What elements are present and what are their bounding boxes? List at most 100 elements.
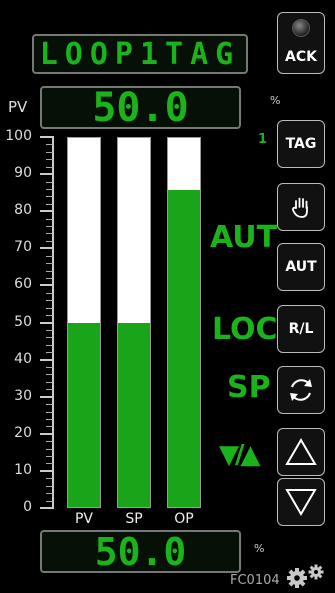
scale-minor-tick	[46, 188, 53, 190]
scale-minor-tick	[46, 315, 53, 317]
scale-tick-label: 90	[14, 165, 32, 182]
scale-minor-tick	[46, 441, 53, 443]
rl-button-label: R/L	[288, 321, 314, 337]
instrument-id: FC0104	[230, 573, 280, 588]
scale-minor-tick	[46, 344, 53, 346]
scale-minor-tick	[46, 463, 53, 465]
setpoint-source-indicator: SP	[227, 370, 271, 405]
aut-button[interactable]: AUT	[277, 243, 325, 291]
scale-minor-tick	[46, 218, 53, 220]
ack-label: ACK	[285, 49, 317, 65]
cycle-icon	[290, 379, 312, 401]
scale-minor-tick	[46, 226, 53, 228]
pv-label: PV	[8, 98, 28, 116]
scale-minor-tick	[46, 448, 53, 450]
scale-minor-tick	[46, 485, 53, 487]
scale-minor-tick	[46, 374, 53, 376]
scale-minor-tick	[46, 159, 53, 161]
scale-major-tick	[40, 469, 54, 472]
bar-label-sp: SP	[125, 511, 143, 527]
scale-minor-tick	[46, 381, 53, 383]
scale-tick-label: 30	[14, 387, 32, 404]
scale-minor-tick	[46, 203, 53, 205]
scale-tick-label: 100	[5, 128, 32, 144]
scale-major-tick	[40, 284, 54, 287]
scale-major-tick	[40, 507, 54, 509]
op-value: 50.0	[94, 529, 187, 574]
scale-major-tick	[40, 210, 54, 213]
scale-minor-tick	[46, 196, 53, 198]
aut-button-label: AUT	[285, 259, 317, 275]
tag-button[interactable]: TAG	[277, 120, 325, 168]
scale-tick-label: 60	[14, 276, 32, 293]
bar-pv	[67, 137, 101, 508]
scale-minor-tick	[46, 144, 53, 146]
scale-major-tick	[40, 173, 54, 176]
pv-value: 50.0	[92, 84, 189, 131]
settings-gears-icon[interactable]	[284, 563, 328, 593]
scale-major-tick	[40, 432, 54, 435]
down-arrow-icon	[285, 489, 317, 516]
control-indicator: LOC	[212, 312, 278, 347]
ramp-up-button[interactable]	[277, 428, 325, 476]
scale-minor-tick	[46, 500, 53, 502]
hand-icon	[292, 197, 308, 218]
alarm-lamp-icon	[292, 19, 310, 37]
bar-fill-op	[168, 189, 200, 507]
scale-minor-tick	[46, 240, 53, 242]
ramp-down-button[interactable]	[277, 478, 325, 526]
scale-minor-tick	[46, 337, 53, 339]
scale-tick-label: 20	[14, 424, 32, 441]
scale-minor-tick	[46, 389, 53, 391]
scale-minor-tick	[46, 418, 53, 420]
scale-major-tick	[40, 321, 54, 324]
scale-minor-tick	[46, 404, 53, 406]
tag-display: LOOP1TAG	[32, 34, 248, 74]
scale-minor-tick	[46, 411, 53, 413]
scale-minor-tick	[46, 166, 53, 168]
scale-minor-tick	[46, 352, 53, 354]
bar-sp	[117, 137, 151, 508]
scale-minor-tick	[46, 255, 53, 257]
tag-index: 1	[258, 132, 268, 147]
scale-minor-tick	[46, 426, 53, 428]
ack-button[interactable]: ACK	[277, 12, 325, 74]
tag-button-label: TAG	[285, 136, 317, 152]
scale-minor-tick	[46, 493, 53, 495]
scale-tick-label: 0	[23, 499, 32, 515]
scale-tick-label: 80	[14, 202, 32, 219]
scale-minor-tick	[46, 233, 53, 235]
tag-name: LOOP1TAG	[39, 36, 241, 72]
scale-tick-label: 70	[14, 239, 32, 256]
pv-readout: 50.0	[40, 84, 241, 131]
scale-minor-tick	[46, 367, 53, 369]
scale-minor-tick	[46, 456, 53, 458]
pv-unit: %	[270, 94, 281, 107]
scale-tick-label: 50	[14, 313, 32, 330]
scale-tick-label: 10	[14, 461, 32, 478]
remote-local-button[interactable]: R/L	[277, 305, 325, 353]
bar-op	[167, 137, 201, 508]
scale-major-tick	[40, 136, 54, 138]
ramp-indicator: ▼/▲	[219, 440, 260, 470]
scale-minor-tick	[46, 292, 53, 294]
op-readout: 50.0	[40, 529, 241, 574]
op-unit: %	[254, 542, 265, 555]
scale-tick-label: 40	[14, 350, 32, 367]
mode-indicator: AUT	[210, 220, 278, 255]
scale-minor-tick	[46, 151, 53, 153]
setpoint-toggle-button[interactable]	[277, 366, 325, 414]
scale-minor-tick	[46, 263, 53, 265]
bar-fill-sp	[118, 322, 150, 507]
up-arrow-icon	[285, 438, 317, 465]
scale-minor-tick	[46, 270, 53, 272]
scale-minor-tick	[46, 329, 53, 331]
scale-minor-tick	[46, 307, 53, 309]
manual-button[interactable]	[277, 183, 325, 231]
scale-major-tick	[40, 395, 54, 398]
bar-fill-pv	[68, 322, 100, 507]
bar-label-op: OP	[174, 511, 194, 527]
scale-major-tick	[40, 358, 54, 361]
scale-minor-tick	[46, 277, 53, 279]
scale-minor-tick	[46, 181, 53, 183]
